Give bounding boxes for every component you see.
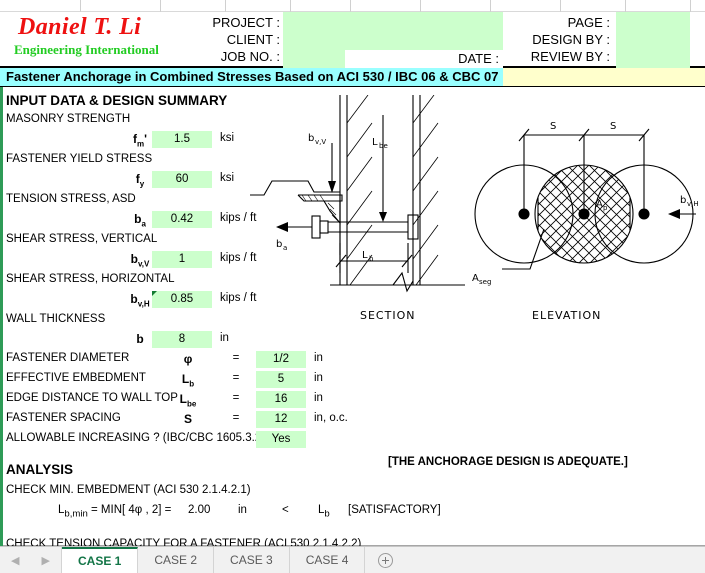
analysis-check1-compare: Lb [318,504,330,520]
input-unit-Lbe: in [314,392,323,404]
job-no-label: JOB NO. : [220,49,280,64]
section-caption: SECTION [360,309,416,322]
input-value-ba[interactable]: 0.42 [152,211,212,228]
analysis-section-heading: ANALYSIS [6,462,74,477]
tab-navigation-buttons[interactable]: ◀ ▶ [0,547,62,573]
input-value-allowable-increasing[interactable]: Yes [256,431,306,448]
input-value-bvv[interactable]: 1 [152,251,212,268]
input-value-Lbe[interactable]: 16 [256,391,306,408]
svg-text:S: S [550,121,556,132]
input-eq-S: = [232,412,240,424]
svg-text:b: b [308,133,314,144]
plus-icon [377,552,393,568]
left-accent-strip [0,87,3,546]
input-label-fastener-yield: FASTENER YIELD STRESS [6,153,153,165]
input-label-tension-stress: TENSION STRESS, ASD [6,193,136,205]
input-label-wall-thickness: WALL THICKNESS [6,313,106,325]
svg-text:v,H: v,H [687,200,699,208]
input-symbol-S: S [183,412,192,426]
input-value-Lb[interactable]: 5 [256,371,306,388]
input-symbol-Lb: Lb [181,372,195,389]
input-value-S[interactable]: 12 [256,411,306,428]
section-drawing: b v,V b a L be L b [250,95,465,293]
tab-case-2[interactable]: CASE 2 [138,547,215,573]
input-symbol-phi: φ [183,352,193,366]
input-symbol-Lbe: Lbe [179,392,197,409]
svg-text:b: b [680,195,686,206]
elevation-caption: ELEVATION [532,309,602,322]
input-value-fy[interactable]: 60 [152,171,212,188]
input-eq-Lb: = [232,372,240,384]
svg-text:p: p [603,204,608,212]
input-label-effective-embedment: EFFECTIVE EMBEDMENT [6,372,146,384]
client-label: CLIENT : [226,32,280,47]
cell-comment-indicator-icon [152,291,157,296]
tab-case-1[interactable]: CASE 1 [62,547,139,573]
design-verdict-message: [THE ANCHORAGE DESIGN IS ADEQUATE.] [388,456,628,468]
tab-nav-prev-icon[interactable]: ◀ [11,554,19,567]
input-unit-fy: ksi [220,172,235,184]
svg-text:A: A [596,199,603,210]
analysis-check1-formula: Lb,min = MIN[ 4φ , 2] = [58,504,172,520]
design-by-label: DESIGN BY : [532,32,610,47]
svg-text:a: a [283,244,287,252]
input-unit-Lb: in [314,372,323,384]
svg-text:be: be [379,142,388,150]
tab-case-4[interactable]: CASE 4 [289,547,366,573]
date-label: DATE : [345,50,503,68]
input-value-b[interactable]: 8 [152,331,212,348]
analysis-check1-result: [SATISFACTORY] [348,504,441,516]
input-label-shear-horizontal: SHEAR STRESS, HORIZONTAL [6,273,175,285]
tab-nav-next-icon[interactable]: ▶ [42,554,50,567]
sheet-title-text: Fastener Anchorage in Combined Stresses … [0,68,503,86]
input-label-allowable-increasing: ALLOWABLE INCREASING ? (IBC/CBC 1605.3.2… [6,432,266,444]
input-label-edge-distance: EDGE DISTANCE TO WALL TOP [6,392,178,404]
input-value-bvh[interactable]: 0.85 [152,291,212,308]
input-label-fastener-diameter: FASTENER DIAMETER [6,352,130,364]
project-label: PROJECT : [212,15,280,30]
page-info-field[interactable] [616,12,690,68]
input-value-fm[interactable]: 1.5 [152,131,212,148]
svg-text:b: b [369,255,374,263]
input-unit-S: in, o.c. [314,412,348,424]
page-label: PAGE : [567,15,610,30]
analysis-check1-operator: < [282,504,289,516]
input-label-fastener-spacing: FASTENER SPACING [6,412,121,424]
input-value-phi[interactable]: 1/2 [256,351,306,368]
analysis-check1-value: 2.00 [188,504,211,516]
analysis-check1-title: CHECK MIN. EMBEDMENT (ACI 530 2.1.4.2.1) [6,484,251,496]
svg-text:L: L [362,250,368,261]
svg-text:A: A [472,273,479,284]
worksheet-body: INPUT DATA & DESIGN SUMMARY MASONRY STRE… [0,87,705,550]
input-eq-Lbe: = [232,392,240,404]
input-unit-phi: in [314,352,323,364]
svg-text:seg: seg [479,278,491,286]
input-label-masonry-strength: MASONRY STRENGTH [6,113,131,125]
project-label-group: PROJECT : CLIENT : JOB NO. : [120,14,280,65]
svg-text:L: L [372,137,378,148]
svg-text:b: b [276,239,282,250]
analysis-check1-unit: in [238,504,247,516]
tab-case-3[interactable]: CASE 3 [214,547,290,573]
input-label-shear-vertical: SHEAR STRESS, VERTICAL [6,233,158,245]
input-eq-phi: = [232,352,240,364]
input-section-heading: INPUT DATA & DESIGN SUMMARY [6,93,228,108]
input-unit-fm: ksi [220,132,235,144]
input-unit-b: in [220,332,229,344]
sheet-tab-bar: ◀ ▶ CASE 1 CASE 2 CASE 3 CASE 4 [0,546,705,573]
sheet-title-bar: Fastener Anchorage in Combined Stresses … [0,68,705,87]
column-gridline-band [0,0,705,12]
title-block-header: Daniel T. Li Engineering International P… [0,12,705,68]
add-sheet-button[interactable] [365,547,405,573]
elevation-drawing: S S A p A seg b v,H [472,121,699,286]
spreadsheet-window: Daniel T. Li Engineering International P… [0,0,705,573]
svg-text:v,V: v,V [315,138,326,146]
svg-text:S: S [610,121,616,132]
